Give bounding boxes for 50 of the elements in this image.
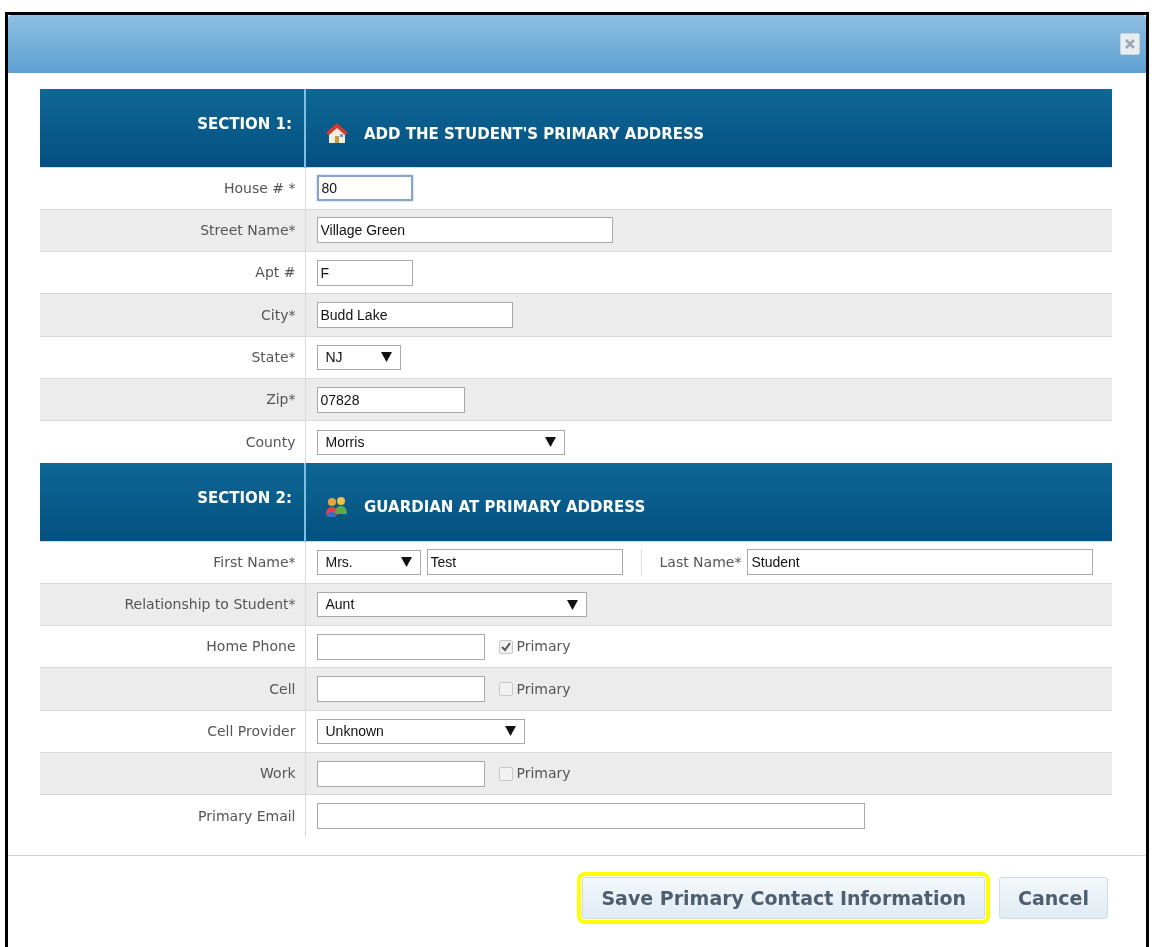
checkbox-label: Primary <box>516 679 571 699</box>
field-label: Home Phone <box>40 625 305 668</box>
input-field[interactable]: Student <box>747 549 1094 576</box>
dropdown[interactable]: NJ <box>316 344 401 370</box>
field-label: Relationship to Student* <box>40 583 305 626</box>
section-title: ADD THE STUDENT'S PRIMARY ADDRESS <box>364 124 705 146</box>
field-label: Street Name* <box>40 209 305 252</box>
dropdown[interactable]: Morris <box>316 429 565 455</box>
people-icon <box>324 494 350 519</box>
field-label: Last Name* <box>640 549 742 576</box>
close-button[interactable] <box>1120 33 1140 55</box>
checkbox-label: Primary <box>516 764 571 784</box>
dropdown-arrow-icon <box>504 726 516 737</box>
input-field[interactable] <box>316 676 485 703</box>
cancel-button[interactable]: Cancel <box>999 877 1108 920</box>
input-field[interactable] <box>316 803 865 830</box>
input-field[interactable]: 07828 <box>316 386 465 413</box>
section-label: SECTION 1: <box>197 115 292 133</box>
input-field[interactable]: Budd Lake <box>316 302 513 329</box>
field-label: County <box>40 420 305 464</box>
field-label: Primary Email <box>40 794 305 838</box>
field-label: Apt # <box>40 251 305 294</box>
dropdown-arrow-icon <box>400 557 412 568</box>
dropdown-arrow-icon <box>566 599 578 610</box>
input-field[interactable]: Test <box>426 549 623 576</box>
checkbox[interactable] <box>498 766 513 781</box>
dropdown[interactable]: Aunt <box>316 592 587 617</box>
field-label: Work <box>40 752 305 795</box>
field-label: City* <box>40 293 305 337</box>
dropdown-arrow-icon <box>544 437 556 448</box>
field-label: First Name* <box>40 541 305 584</box>
field-label: Zip* <box>40 378 305 421</box>
section-label: SECTION 2: <box>197 489 292 508</box>
checkbox[interactable] <box>498 682 513 697</box>
field-label: State* <box>40 336 305 379</box>
field-label: Cell Provider <box>40 710 305 753</box>
input-field[interactable] <box>316 760 485 787</box>
input-field[interactable] <box>316 633 485 660</box>
section-title: GUARDIAN AT PRIMARY ADDRESS <box>364 497 646 519</box>
dropdown-arrow-icon <box>380 352 392 363</box>
input-field[interactable]: F <box>316 259 413 286</box>
dropdown[interactable]: Unknown <box>316 718 525 744</box>
close-icon <box>1125 39 1135 49</box>
field-label: House # * <box>40 167 305 210</box>
checkbox[interactable] <box>498 639 513 654</box>
dropdown[interactable]: Mrs. <box>316 549 421 575</box>
checkbox-label: Primary <box>516 637 571 657</box>
input-field[interactable]: Village Green <box>316 217 613 244</box>
input-field[interactable]: 80 <box>316 175 413 202</box>
field-label: Cell <box>40 667 305 711</box>
